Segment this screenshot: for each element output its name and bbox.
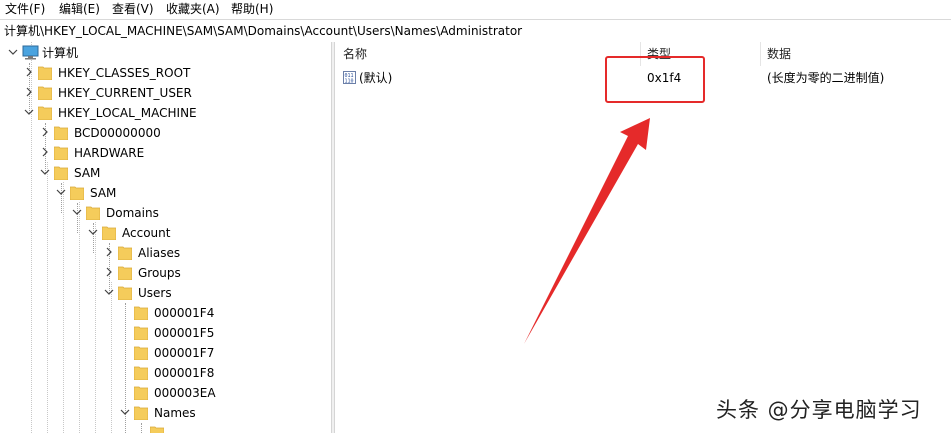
watermark: 头条 @分享电脑学习 bbox=[716, 398, 922, 422]
annotation-arrow-icon bbox=[524, 118, 650, 344]
